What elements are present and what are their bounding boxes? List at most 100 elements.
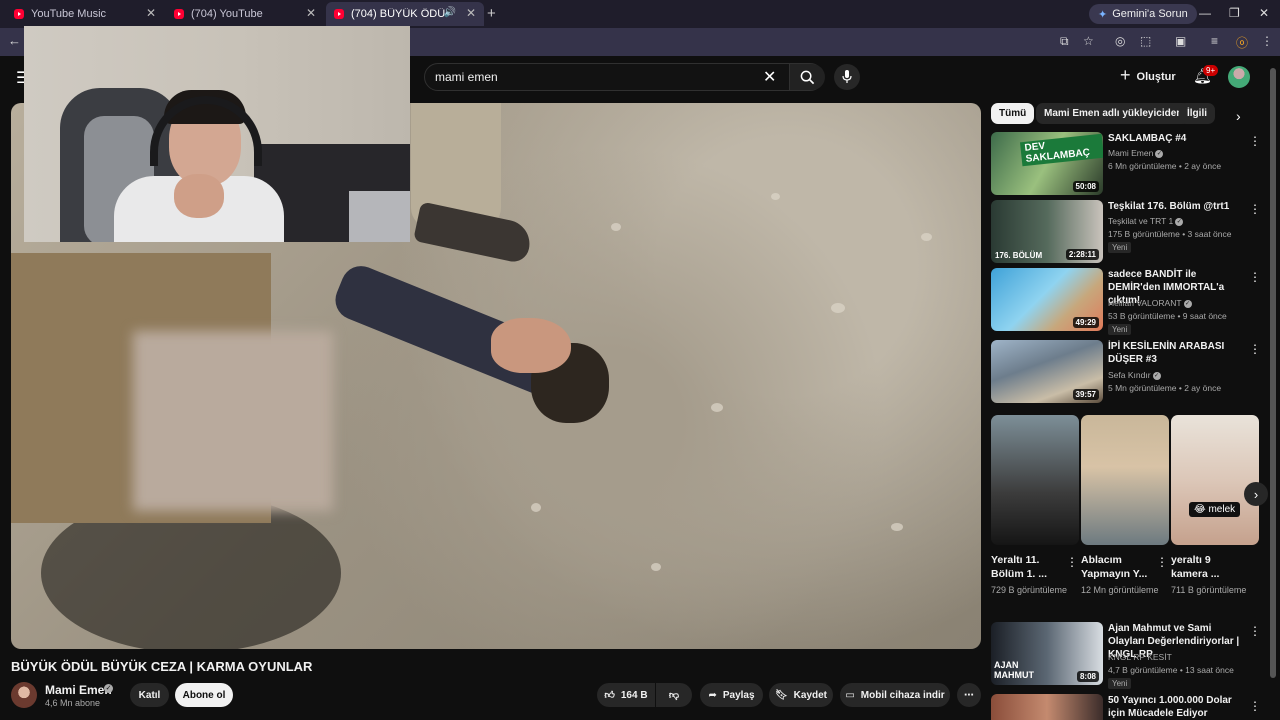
shorts-next-button[interactable]: ›: [1244, 482, 1268, 506]
profile-icon[interactable]: ⓞ: [1236, 34, 1248, 51]
like-button[interactable]: 👍︎ 164 B: [597, 683, 655, 707]
short-title[interactable]: Ablacım Yapmayın Y...: [1081, 553, 1153, 581]
video-thumbnail[interactable]: DEV SAKLAMBAÇ 50:08: [991, 132, 1103, 195]
save-button[interactable]: 🔖︎ Kaydet: [769, 683, 833, 707]
minimize-icon[interactable]: —: [1199, 6, 1211, 20]
video-thumbnail[interactable]: [991, 694, 1103, 720]
share-button[interactable]: ➦ Paylaş: [700, 683, 763, 707]
video-title[interactable]: SAKLAMBAÇ #4: [1108, 132, 1248, 145]
channel-avatar[interactable]: [11, 682, 37, 708]
related-video[interactable]: AJAN MAHMUT 8:08 Ajan Mahmut ve Sami Ola…: [991, 622, 1261, 689]
more-options-icon[interactable]: ⋮: [1249, 699, 1261, 713]
account-avatar[interactable]: [1228, 66, 1250, 88]
more-options-icon[interactable]: ⋮: [1249, 342, 1261, 356]
blurred-region: [133, 331, 333, 511]
short-title[interactable]: Yeraltı 11. Bölüm 1. ...: [991, 553, 1063, 581]
browser-menu-icon[interactable]: ⋮: [1261, 34, 1273, 48]
dislike-button[interactable]: 👎︎: [656, 683, 692, 707]
short-thumbnail[interactable]: [991, 415, 1079, 545]
install-app-icon[interactable]: ⧉: [1060, 34, 1069, 49]
more-actions-button[interactable]: ⋯: [957, 683, 981, 707]
gemini-label: Gemini'a Sorun: [1112, 8, 1188, 20]
close-tab-icon[interactable]: ✕: [466, 6, 476, 20]
channel-name[interactable]: Teşkilat ve TRT 1 ✓: [1108, 216, 1184, 226]
clear-search-icon[interactable]: ✕: [763, 67, 776, 87]
more-dots-icon: ⋯: [964, 689, 974, 701]
more-options-icon[interactable]: ⋮: [1249, 624, 1261, 638]
more-options-icon[interactable]: ⋮: [1249, 270, 1261, 284]
create-button[interactable]: + Oluştur: [1120, 65, 1176, 86]
channel-name[interactable]: Mami Emen: [45, 683, 112, 697]
new-tab-plus-icon[interactable]: +: [487, 5, 496, 22]
bookmark-star-icon[interactable]: ☆: [1083, 34, 1094, 48]
more-options-icon[interactable]: ⋮: [1249, 134, 1261, 148]
tab-youtube-music[interactable]: YouTube Music ✕: [6, 2, 164, 26]
more-options-icon[interactable]: ⋮: [1249, 202, 1261, 216]
bookmark-icon: 🔖︎: [774, 689, 788, 701]
related-video[interactable]: 176. BÖLÜM 2:28:11 Teşkilat 176. Bölüm @…: [991, 200, 1261, 264]
subscribe-button[interactable]: Abone ol: [175, 683, 233, 707]
search-button[interactable]: [789, 64, 825, 90]
thumbs-down-icon: 👎︎: [668, 690, 680, 701]
video-title[interactable]: Teşkilat 176. Bölüm @trt1: [1108, 200, 1248, 213]
channel-name[interactable]: KNGL RP KESİT: [1108, 652, 1172, 662]
video-title: BÜYÜK ÖDÜL BÜYÜK CEZA | KARMA OYUNLAR: [11, 659, 313, 674]
chevron-right-icon[interactable]: ›: [1236, 108, 1241, 124]
related-video[interactable]: DEV SAKLAMBAÇ 50:08 SAKLAMBAÇ #4 Mami Em…: [991, 132, 1261, 196]
tab-youtube[interactable]: (704) YouTube ✕: [166, 2, 324, 26]
video-title[interactable]: 50 Yayıncı 1.000.000 Dolar için Mücadele…: [1108, 694, 1248, 720]
join-button[interactable]: Katıl: [130, 683, 169, 707]
video-duration: 50:08: [1072, 181, 1099, 192]
video-title[interactable]: İPİ KESİLENİN ARABASI DÜŞER #3: [1108, 340, 1248, 366]
back-arrow-icon[interactable]: ←: [8, 33, 21, 48]
short-thumbnail[interactable]: [1081, 415, 1169, 545]
search-input[interactable]: mami emen: [435, 70, 498, 84]
channel-name[interactable]: Mami Emen ✓: [1108, 148, 1164, 158]
short-item[interactable]: Yeraltı 11. Bölüm 1. ... 729 B görüntüle…: [991, 415, 1079, 597]
webcam-overlay: [24, 26, 410, 242]
speaker-icon[interactable]: 🔊: [444, 7, 456, 18]
channel-name[interactable]: Sefa Kındır ✓: [1108, 370, 1161, 380]
close-tab-icon[interactable]: ✕: [306, 6, 316, 20]
media-control-icon[interactable]: ≡: [1211, 34, 1218, 48]
video-thumbnail[interactable]: 39:57: [991, 340, 1103, 403]
channel-label: Sefa Kındır: [1108, 370, 1151, 380]
device-icon: ▭: [845, 689, 855, 701]
page-scrollbar[interactable]: [1270, 68, 1276, 678]
short-item[interactable]: 😂 melek yeraltı 9 kamera ... 711 B görün…: [1171, 415, 1259, 597]
short-title[interactable]: yeraltı 9 kamera ...: [1171, 553, 1243, 581]
related-video[interactable]: 50 Yayıncı 1.000.000 Dolar için Mücadele…: [991, 694, 1261, 720]
video-thumbnail[interactable]: AJAN MAHMUT 8:08: [991, 622, 1103, 685]
chevron-right-icon: ›: [1253, 486, 1259, 502]
voice-search-button[interactable]: [834, 64, 860, 90]
channel-name[interactable]: Hellian VALORANT ✓: [1108, 298, 1192, 308]
split-view-icon[interactable]: ▣: [1175, 34, 1186, 48]
new-badge: Yeni: [1108, 678, 1132, 689]
new-badge: Yeni: [1108, 242, 1132, 253]
chip-from-uploader[interactable]: Mami Emen adlı yükleyiciden: [1036, 103, 1191, 124]
download-to-mobile-button[interactable]: ▭ Mobil cihaza indir: [840, 683, 950, 707]
extension-icon[interactable]: ◎: [1115, 34, 1125, 48]
verified-check-icon: ✓: [1152, 371, 1161, 380]
video-meta: 175 B görüntüleme • 3 saat önce: [1108, 229, 1232, 239]
gemini-button[interactable]: ✦ Gemini'a Sorun: [1089, 4, 1197, 24]
more-options-icon[interactable]: ⋮: [1156, 555, 1168, 569]
search-box[interactable]: mami emen ✕: [424, 63, 825, 91]
short-views: 729 B görüntüleme: [991, 585, 1068, 595]
video-thumbnail[interactable]: 176. BÖLÜM 2:28:11: [991, 200, 1103, 263]
restore-icon[interactable]: ❐: [1229, 6, 1240, 20]
video-thumbnail[interactable]: 49:29: [991, 268, 1103, 331]
short-item[interactable]: Ablacım Yapmayın Y... 12 Mn görüntüleme …: [1081, 415, 1169, 597]
chip-all[interactable]: Tümü: [991, 103, 1035, 124]
tab-current-video[interactable]: (704) BÜYÜK ÖDÜL BÜYÜK 🔊 ✕: [326, 2, 484, 26]
like-count: 164 B: [620, 689, 648, 701]
chip-related[interactable]: İlgili: [1179, 103, 1215, 124]
related-video[interactable]: 39:57 İPİ KESİLENİN ARABASI DÜŞER #3 Sef…: [991, 340, 1261, 404]
close-tab-icon[interactable]: ✕: [146, 6, 156, 20]
puzzle-icon[interactable]: ⬚: [1140, 34, 1151, 48]
verified-check-icon: ✓: [1155, 149, 1164, 158]
short-thumbnail[interactable]: 😂 melek: [1171, 415, 1259, 545]
related-video[interactable]: 49:29 sadece BANDİT ile DEMİR'den IMMORT…: [991, 268, 1261, 335]
close-window-icon[interactable]: ✕: [1259, 6, 1269, 20]
more-options-icon[interactable]: ⋮: [1066, 555, 1078, 569]
